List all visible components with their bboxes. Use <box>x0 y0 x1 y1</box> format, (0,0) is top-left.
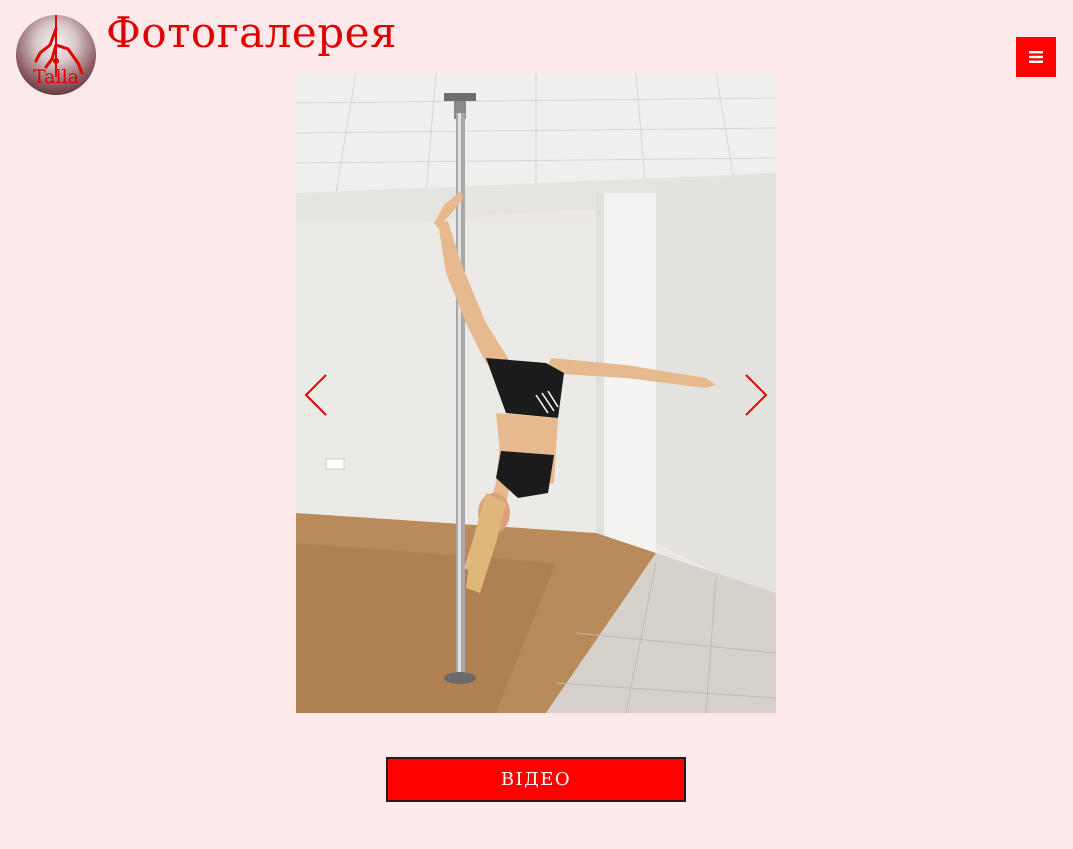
video-button[interactable]: ВІДЕО <box>386 757 686 802</box>
chevron-left-icon <box>304 374 327 416</box>
logo-text: Talla <box>32 66 79 88</box>
page-title: Фотогалерея <box>106 8 397 57</box>
photo-slider[interactable] <box>296 73 776 713</box>
chevron-right-icon <box>745 374 768 416</box>
gallery-photo <box>296 73 776 713</box>
hamburger-icon <box>1029 51 1043 63</box>
site-logo[interactable]: Talla <box>16 15 96 95</box>
menu-button[interactable] <box>1016 37 1056 77</box>
prev-slide-button[interactable] <box>302 373 338 417</box>
next-slide-button[interactable] <box>734 373 770 417</box>
